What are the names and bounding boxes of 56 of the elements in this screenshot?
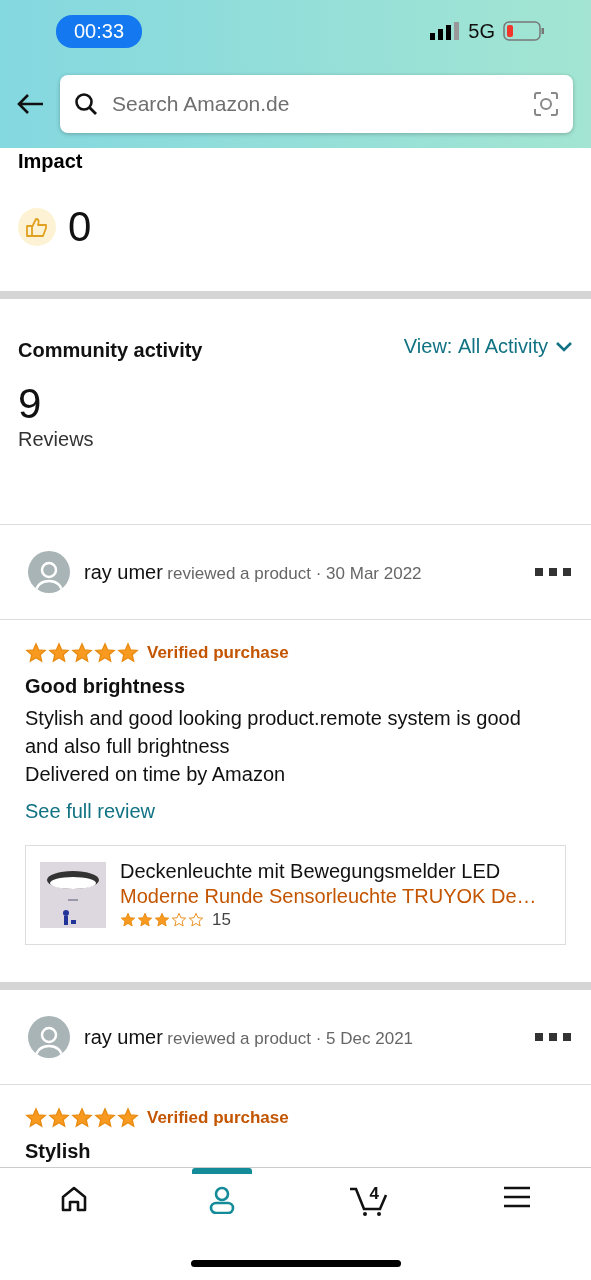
verified-label: Verified purchase bbox=[147, 1108, 289, 1128]
review-meta: reviewed a product · 30 Mar 2022 bbox=[167, 563, 422, 583]
search-bar[interactable]: Search Amazon.de bbox=[60, 75, 573, 133]
avatar bbox=[28, 1016, 70, 1058]
signal-icon bbox=[430, 22, 461, 40]
delivery-note: Delivered on time by Amazon bbox=[25, 762, 287, 787]
full-review-link[interactable]: See full review bbox=[25, 800, 156, 823]
impact-title: Impact bbox=[18, 150, 84, 173]
star-icon bbox=[71, 642, 93, 664]
star-icon bbox=[71, 1107, 93, 1129]
star-icon bbox=[48, 1107, 70, 1129]
star-icon bbox=[137, 912, 153, 928]
star-icon bbox=[94, 642, 116, 664]
review-title: Stylish bbox=[25, 1139, 92, 1164]
cart-icon bbox=[349, 1186, 390, 1216]
review-title: Good brightness bbox=[25, 674, 186, 699]
star-icon bbox=[120, 912, 136, 928]
camera-scan-icon[interactable] bbox=[533, 91, 559, 117]
reviewer-name[interactable]: ray umer bbox=[84, 1025, 163, 1048]
reviews-count: 9 bbox=[18, 380, 43, 428]
reviewer-name[interactable]: ray umer bbox=[84, 560, 163, 583]
reviews-label: Reviews bbox=[18, 428, 95, 451]
product-subtitle: Moderne Runde Sensorleuchte TRUYOK De… bbox=[120, 885, 537, 908]
network-label: 5G bbox=[468, 19, 495, 43]
star-icon bbox=[117, 642, 139, 664]
product-card[interactable]: Deckenleuchte mit Bewegungsmelder LED Moderne Runde Sensorleuchte TRUYOK De… 15 bbox=[25, 845, 566, 945]
star-icon bbox=[188, 912, 204, 928]
search-icon bbox=[74, 92, 98, 116]
star-icon bbox=[94, 1107, 116, 1129]
more-icon[interactable] bbox=[535, 568, 571, 576]
verified-label: Verified purchase bbox=[147, 643, 289, 663]
chevron-down-icon bbox=[555, 340, 573, 353]
cart-count: 4 bbox=[369, 1184, 379, 1204]
view-filter-link[interactable]: View: All Activity bbox=[403, 335, 573, 358]
section-title: Community activity bbox=[18, 339, 203, 362]
more-icon[interactable] bbox=[535, 1033, 571, 1041]
back-arrow-icon[interactable] bbox=[16, 93, 44, 115]
avatar bbox=[28, 551, 70, 593]
menu-icon bbox=[503, 1186, 532, 1208]
star-icon bbox=[171, 912, 187, 928]
star-icon bbox=[48, 642, 70, 664]
product-name: Deckenleuchte mit Bewegungsmelder LED bbox=[120, 860, 502, 883]
battery-icon bbox=[503, 21, 545, 41]
review-text: Stylish and good looking product.remote system is good and also full brightness bbox=[25, 706, 522, 759]
home-icon bbox=[59, 1186, 88, 1212]
star-icon bbox=[154, 912, 170, 928]
status-time: 00:33 bbox=[56, 14, 143, 48]
impact-count: 0 bbox=[68, 203, 92, 251]
tab-bar-item[interactable]: 4 bbox=[339, 1168, 400, 1228]
thumbs-up-icon bbox=[18, 208, 56, 246]
star-icon bbox=[117, 1107, 139, 1129]
star-icon bbox=[25, 1107, 47, 1129]
person-icon bbox=[208, 1186, 235, 1214]
star-icon bbox=[25, 642, 47, 664]
rating-count: 15 bbox=[212, 910, 231, 930]
review-meta: reviewed a product · 5 Dec 2021 bbox=[167, 1028, 414, 1048]
